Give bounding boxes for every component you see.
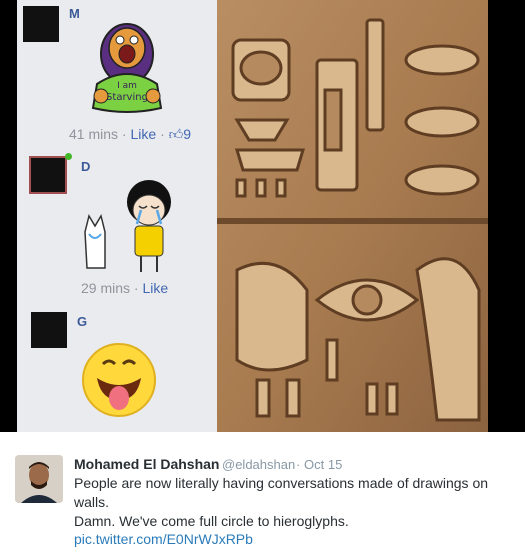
tweet-text-line: People are now literally having conversa… bbox=[74, 475, 489, 491]
tongue-out-emoji-sticker bbox=[82, 343, 156, 417]
hieroglyphs-photo bbox=[217, 0, 488, 432]
comment-meta: 41 mins · Like · 👍︎9 bbox=[69, 126, 191, 143]
meta-separator: · bbox=[160, 126, 165, 142]
svg-text:I am: I am bbox=[117, 81, 137, 91]
crying-girl-and-cat-sticker bbox=[84, 180, 171, 272]
author-handle[interactable]: @eldahshan bbox=[222, 457, 295, 472]
svg-text:Starving: Starving bbox=[106, 92, 148, 103]
tweet-text-line: walls. bbox=[74, 494, 110, 510]
online-status-dot bbox=[65, 153, 72, 160]
header-separator: · bbox=[296, 457, 301, 472]
like-link[interactable]: Like bbox=[130, 126, 156, 142]
comment-time: 41 mins bbox=[69, 126, 119, 142]
author-avatar[interactable] bbox=[15, 455, 63, 503]
like-count[interactable]: 9 bbox=[183, 126, 191, 142]
thumbs-up-icon: 👍︎ bbox=[168, 126, 184, 142]
tweet-image-link[interactable]: pic.twitter.com/E0NrWJxRPb bbox=[74, 531, 253, 547]
like-link[interactable]: Like bbox=[142, 280, 168, 296]
commenter-avatar bbox=[23, 6, 59, 42]
facebook-comments-screenshot: M I am Starving 41 mins · Like · 👍︎9 D 2… bbox=[17, 0, 217, 432]
tweet-text-line: Damn. We've come full circle to hierogly… bbox=[74, 513, 349, 529]
commenter-name: G bbox=[77, 314, 88, 329]
meta-separator: · bbox=[121, 126, 127, 142]
author-name[interactable]: Mohamed El Dahshan bbox=[74, 456, 219, 472]
commenter-avatar bbox=[31, 312, 67, 348]
meta-separator: · bbox=[133, 280, 139, 296]
comment-meta: 29 mins · Like bbox=[81, 280, 168, 296]
starving-sticker: I am Starving bbox=[91, 23, 163, 113]
tweet-date[interactable]: Oct 15 bbox=[304, 457, 342, 472]
commenter-avatar bbox=[29, 156, 67, 194]
comment-time: 29 mins bbox=[81, 280, 131, 296]
tweet-attached-image[interactable]: M I am Starving 41 mins · Like · 👍︎9 D 2… bbox=[0, 0, 525, 432]
